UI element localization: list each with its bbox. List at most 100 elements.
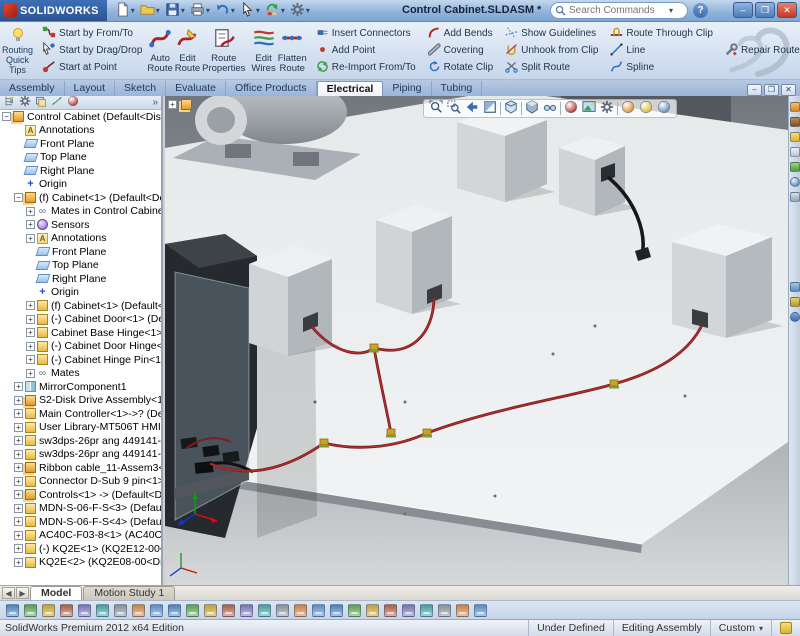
doc-minimize-button[interactable]: – — [747, 84, 762, 96]
tab-scroll-left[interactable]: ◀ — [2, 587, 15, 599]
junction-box-1[interactable] — [249, 246, 341, 356]
chevron-down-icon[interactable]: ▾ — [181, 6, 185, 15]
tree-expander[interactable]: − — [2, 112, 11, 121]
chevron-down-icon[interactable]: ▾ — [256, 6, 260, 15]
tree-expander[interactable]: + — [26, 369, 35, 378]
appearance-preset-steel-button[interactable] — [656, 101, 672, 117]
junction-box-3[interactable] — [457, 108, 555, 202]
tree-item-kq2e-2-kq2e08-00-displ[interactable]: +KQ2E<2> (KQ2E08-00<Displ... — [0, 556, 161, 570]
routing-quick-tips-button[interactable]: Routing Quick Tips — [2, 24, 33, 77]
tree-expander[interactable]: + — [14, 531, 23, 540]
line-button[interactable]: Line — [607, 43, 716, 59]
save-document-button[interactable]: ▾ — [163, 1, 187, 21]
search-commands-box[interactable]: ▾ — [550, 2, 688, 19]
configuration-dropdown[interactable]: Custom▾ — [710, 620, 771, 636]
zoom-area-button[interactable] — [446, 101, 462, 117]
tree-item-origin[interactable]: +Origin — [0, 178, 161, 192]
spline-button[interactable]: Spline — [607, 60, 716, 76]
edit-appearance-button[interactable] — [563, 101, 579, 117]
covering-button[interactable]: Covering — [425, 43, 496, 59]
tree-item-kq2e-1-kq2e12-00[interactable]: +(-) KQ2E<1> (KQ2E12-00<... — [0, 542, 161, 556]
junction-box-2[interactable] — [376, 204, 461, 314]
section-view-icon[interactable] — [438, 604, 451, 617]
tree-expander[interactable]: + — [14, 517, 23, 526]
tree-item-front-plane[interactable]: +Front Plane — [0, 245, 161, 259]
tree-item-cabinet-hinge-pin-1[interactable]: +(-) Cabinet Hinge Pin<1> — [0, 353, 161, 367]
tab-layout[interactable]: Layout — [65, 81, 116, 96]
tree-expander[interactable]: + — [14, 544, 23, 553]
tree-item-mates[interactable]: +Mates — [0, 367, 161, 381]
tree-item-right-plane[interactable]: +Right Plane — [0, 272, 161, 286]
tree-expander[interactable]: + — [14, 382, 23, 391]
tree-item-cabinet-door-hinge[interactable]: +(-) Cabinet Door Hinge< — [0, 340, 161, 354]
mass-properties-icon[interactable] — [420, 604, 433, 617]
mirror-entities-icon[interactable] — [258, 604, 271, 617]
appearance-preset-orange-button[interactable] — [620, 101, 636, 117]
plane-icon[interactable] — [348, 604, 361, 617]
tree-item-ac40c-f03-8-1-ac40c-f0[interactable]: +AC40C-F03-8<1> (AC40C-F0... — [0, 529, 161, 543]
tab-scroll-right[interactable]: ▶ — [16, 587, 29, 599]
tree-item-top-plane[interactable]: +Top Plane — [0, 259, 161, 273]
tree-expander[interactable]: + — [26, 207, 35, 216]
tree-item-origin[interactable]: +Origin — [0, 286, 161, 300]
apply-scene-button[interactable] — [581, 101, 597, 117]
edit-wires-button[interactable]: Edit Wires — [251, 24, 275, 77]
hide-show-items-button[interactable] — [542, 101, 558, 117]
show-guidelines-button[interactable]: Show Guidelines — [502, 26, 601, 42]
rotate-clip-button[interactable]: Rotate Clip — [425, 60, 496, 76]
convert-entities-icon[interactable] — [312, 604, 325, 617]
view-orientation-button[interactable] — [503, 101, 519, 117]
circle-icon[interactable] — [132, 604, 145, 617]
view-palette-icon[interactable] — [790, 162, 800, 172]
new-document-button[interactable]: ▾ — [113, 1, 137, 21]
doc-restore-button[interactable]: ❐ — [764, 84, 779, 96]
camera-icon[interactable] — [456, 604, 469, 617]
appearance-preset-yellow-button[interactable] — [638, 101, 654, 117]
rectangle-icon[interactable] — [186, 604, 199, 617]
tree-item-annotations[interactable]: +Annotations — [0, 232, 161, 246]
tab-office-products[interactable]: Office Products — [226, 81, 317, 96]
tree-item-mdn-s-06-f-s-4-default[interactable]: +MDN-S-06-F-S<4> (Default<... — [0, 515, 161, 529]
appearances-icon[interactable] — [790, 177, 800, 187]
measure-icon[interactable] — [402, 604, 415, 617]
flyout-featuremanager[interactable]: + — [168, 99, 195, 110]
coordinate-system-icon[interactable] — [384, 604, 397, 617]
section-view-button[interactable] — [482, 101, 498, 117]
configurationmanager-tab[interactable] — [35, 95, 47, 110]
3d-sketch-icon[interactable] — [78, 604, 91, 617]
exploded-view-icon[interactable] — [474, 604, 487, 617]
arc-icon[interactable] — [150, 604, 163, 617]
quick-tips-toggle[interactable] — [771, 620, 800, 636]
tab-assembly[interactable]: Assembly — [0, 81, 65, 96]
route-through-clip-button[interactable]: Route Through Clip — [607, 26, 716, 42]
tree-expander[interactable]: + — [14, 396, 23, 405]
tree-expander[interactable]: + — [26, 342, 35, 351]
tab-motion-study-1[interactable]: Motion Study 1 — [83, 586, 175, 600]
tree-item-front-plane[interactable]: +Front Plane — [0, 137, 161, 151]
sketch-icon[interactable] — [60, 604, 73, 617]
add-bends-button[interactable]: Add Bends — [425, 26, 496, 42]
solidworks-resources-icon[interactable] — [790, 102, 800, 112]
tree-expander[interactable]: + — [26, 234, 35, 243]
tree-item-s2-disk-drive-assembly-1[interactable]: +S2-Disk Drive Assembly<1> — [0, 394, 161, 408]
smart-dimension-icon[interactable] — [96, 604, 109, 617]
trim-entities-icon[interactable] — [294, 604, 307, 617]
fillet-icon[interactable] — [330, 604, 343, 617]
box-select-icon[interactable] — [24, 604, 37, 617]
tree-item-connector-d-sub-9-pin-1[interactable]: +Connector D-Sub 9 pin<1>... — [0, 475, 161, 489]
tree-item-user-library-mt506t-hmi-pa[interactable]: +User Library-MT506T HMI pa... — [0, 421, 161, 435]
design-library-icon[interactable] — [790, 117, 800, 127]
search-dropdown-caret[interactable]: ▾ — [669, 6, 673, 15]
polygon-icon[interactable] — [204, 604, 217, 617]
tree-expander[interactable]: + — [14, 436, 23, 445]
tree-item-sw3dps-26pr-ang-449141-6-1[interactable]: +sw3dps-26pr ang 449141-6-1... — [0, 448, 161, 462]
tree-item-controls-1-default-d[interactable]: +Controls<1> -> (Default<D... — [0, 488, 161, 502]
restore-window[interactable]: ❐ — [755, 2, 775, 18]
start-by-drag-drop-button[interactable]: Start by Drag/Drop — [39, 43, 145, 59]
tree-item-cabinet-base-hinge-1[interactable]: +Cabinet Base Hinge<1> — [0, 326, 161, 340]
tab-electrical[interactable]: Electrical — [317, 81, 384, 96]
spline-icon[interactable] — [168, 604, 181, 617]
offset-entities-icon[interactable] — [276, 604, 289, 617]
tree-item-main-controller-1-de[interactable]: +Main Controller<1>->? (De... — [0, 407, 161, 421]
edit-route-button[interactable]: Edit Route — [175, 24, 200, 77]
